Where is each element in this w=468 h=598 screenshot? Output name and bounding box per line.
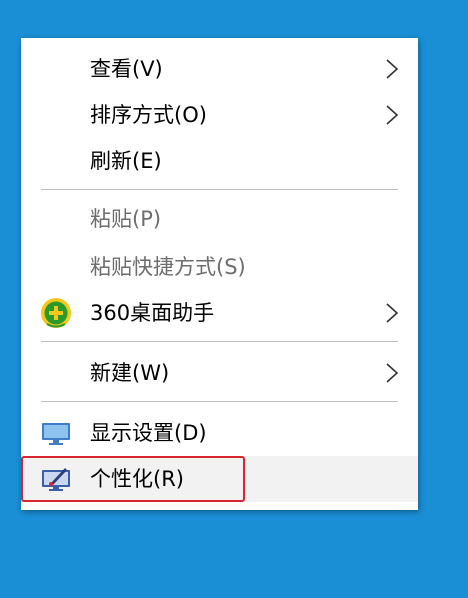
menu-separator <box>41 401 398 402</box>
menu-item-view[interactable]: 查看(V) <box>21 46 418 92</box>
360-assistant-icon <box>41 298 71 328</box>
menu-separator <box>41 341 398 342</box>
menu-item-paste[interactable]: 粘贴(P) <box>21 196 418 242</box>
desktop-background[interactable]: 查看(V) 排序方式(O) 刷新(E) 粘贴(P) 粘贴快捷方式(S) 360桌… <box>0 0 468 598</box>
menu-item-label: 排序方式(O) <box>90 103 207 127</box>
menu-item-paste-shortcut[interactable]: 粘贴快捷方式(S) <box>21 244 418 290</box>
menu-item-new[interactable]: 新建(W) <box>21 350 418 396</box>
personalize-icon <box>42 468 70 491</box>
menu-item-display-settings[interactable]: 显示设置(D) <box>21 410 418 456</box>
chevron-right-icon <box>386 363 399 383</box>
chevron-right-icon <box>386 59 399 79</box>
chevron-right-icon <box>386 105 399 125</box>
menu-item-label: 360桌面助手 <box>90 301 215 325</box>
menu-item-personalize[interactable]: 个性化(R) <box>21 456 418 502</box>
menu-item-label: 显示设置(D) <box>90 421 207 445</box>
menu-separator <box>41 189 398 190</box>
menu-item-label: 粘贴(P) <box>90 207 162 231</box>
menu-item-360-desktop-assistant[interactable]: 360桌面助手 <box>21 290 418 336</box>
menu-item-label: 粘贴快捷方式(S) <box>90 255 246 279</box>
menu-item-label: 新建(W) <box>90 361 170 385</box>
menu-item-sort-by[interactable]: 排序方式(O) <box>21 92 418 138</box>
display-settings-icon <box>42 423 70 445</box>
menu-item-label: 查看(V) <box>90 57 163 81</box>
chevron-right-icon <box>386 303 399 323</box>
menu-item-label: 刷新(E) <box>90 149 162 173</box>
menu-item-label: 个性化(R) <box>90 467 184 491</box>
desktop-context-menu: 查看(V) 排序方式(O) 刷新(E) 粘贴(P) 粘贴快捷方式(S) 360桌… <box>21 38 418 510</box>
menu-item-refresh[interactable]: 刷新(E) <box>21 138 418 184</box>
